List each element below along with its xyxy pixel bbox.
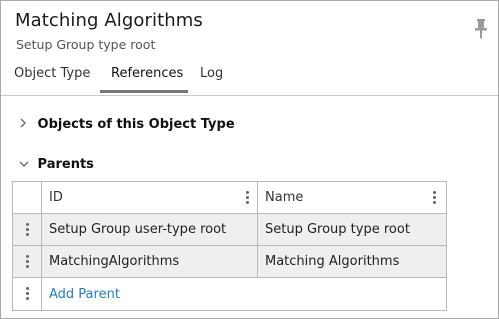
row-drag-handle bbox=[13, 278, 42, 310]
table-row[interactable]: MatchingAlgorithms Matching Algorithms bbox=[13, 246, 446, 278]
row-drag-handle[interactable] bbox=[13, 214, 42, 245]
pin-icon[interactable] bbox=[474, 18, 488, 40]
column-header-name-label: Name bbox=[265, 190, 304, 205]
kebab-icon[interactable] bbox=[432, 191, 436, 209]
properties-panel: Matching Algorithms Setup Group type roo… bbox=[0, 0, 499, 319]
tab-references[interactable]: References bbox=[111, 66, 183, 93]
table-header-row: ID Name bbox=[13, 182, 446, 214]
column-header-id-label: ID bbox=[49, 190, 63, 205]
cell-name[interactable]: Setup Group type root bbox=[258, 214, 446, 245]
panel-subtitle: Setup Group type root bbox=[16, 37, 156, 52]
table-row[interactable]: Setup Group user-type root Setup Group t… bbox=[13, 214, 446, 246]
cell-name[interactable]: Matching Algorithms bbox=[258, 246, 446, 277]
row-drag-handle[interactable] bbox=[13, 246, 42, 277]
chevron-down-icon bbox=[19, 157, 33, 171]
column-header-id[interactable]: ID bbox=[42, 182, 258, 213]
active-tab-indicator bbox=[100, 90, 188, 93]
chevron-right-icon bbox=[19, 117, 33, 131]
tab-bar: Object Type References Log bbox=[1, 63, 498, 96]
section-objects-of-type-label: Objects of this Object Type bbox=[37, 117, 235, 132]
add-row: Add Parent bbox=[13, 278, 446, 310]
panel-title: Matching Algorithms bbox=[15, 10, 203, 31]
kebab-icon bbox=[25, 254, 29, 269]
section-objects-of-type[interactable]: Objects of this Object Type bbox=[19, 117, 235, 132]
add-parent-link[interactable]: Add Parent bbox=[49, 278, 120, 310]
tab-object-type[interactable]: Object Type bbox=[14, 66, 90, 93]
kebab-icon bbox=[25, 222, 29, 237]
section-parents[interactable]: Parents bbox=[19, 157, 94, 172]
cell-id[interactable]: MatchingAlgorithms bbox=[42, 246, 258, 277]
kebab-icon[interactable] bbox=[245, 191, 249, 209]
header-handle-cell bbox=[13, 182, 42, 213]
column-header-name[interactable]: Name bbox=[258, 182, 446, 213]
kebab-icon bbox=[25, 287, 29, 301]
cell-id[interactable]: Setup Group user-type root bbox=[42, 214, 258, 245]
tab-log[interactable]: Log bbox=[200, 66, 223, 93]
parents-table: ID Name Setup Group user-type root Setup… bbox=[12, 181, 447, 311]
section-parents-label: Parents bbox=[37, 157, 94, 172]
